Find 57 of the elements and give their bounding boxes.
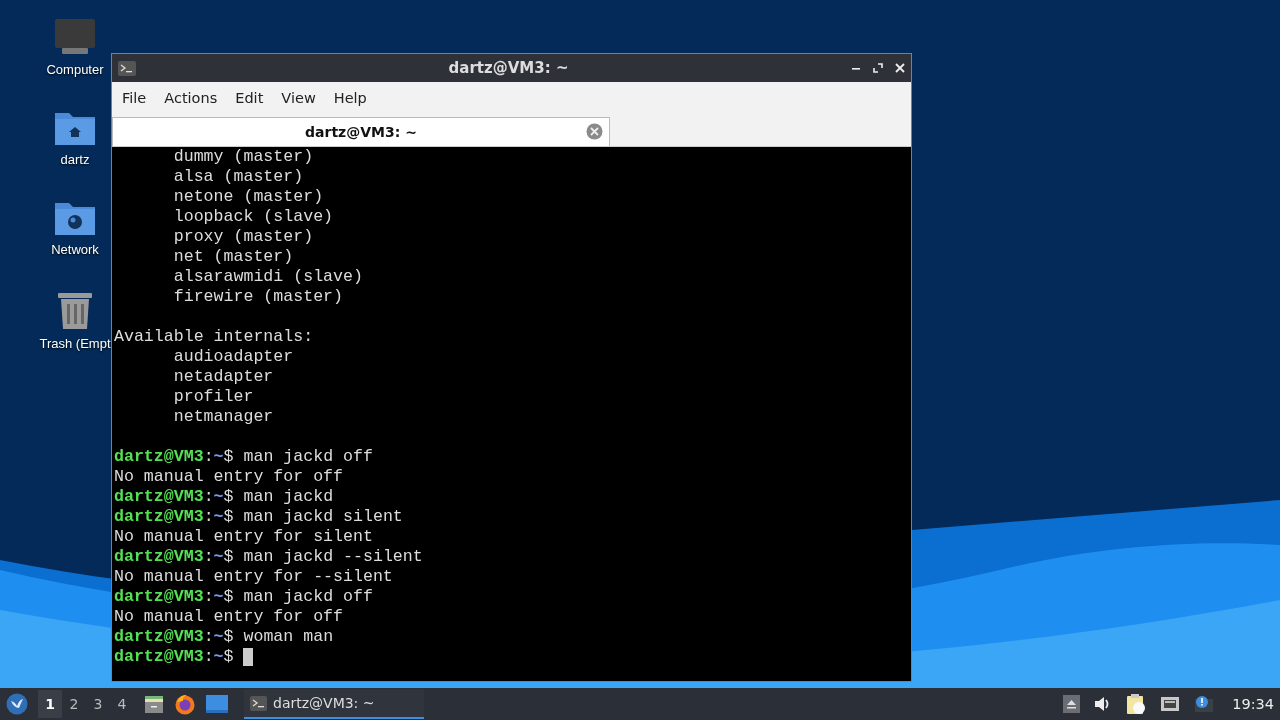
menu-item[interactable]: File — [122, 89, 147, 106]
trash-icon[interactable] — [57, 290, 93, 330]
terminal-output-line: net (master) — [172, 247, 295, 267]
file-cabinet-icon[interactable] — [144, 694, 164, 714]
terminal-output-line: Available internals: — [114, 327, 315, 347]
workspace-button[interactable]: 3 — [86, 690, 110, 718]
terminal-prompt-line: dartz@VM3:~$ man jackd --silent — [114, 547, 423, 567]
terminal-output-line: audioadapter — [172, 347, 295, 367]
menu-item[interactable]: View — [281, 89, 316, 106]
terminal-output-line: loopback (slave) — [172, 207, 335, 227]
ethernet-icon[interactable] — [1160, 696, 1181, 712]
terminal-output-line: netone (master) — [172, 187, 325, 207]
desktop-icon-label[interactable]: Network — [51, 242, 99, 257]
monitor-icon[interactable] — [54, 18, 96, 56]
close-tab-icon[interactable] — [586, 123, 603, 140]
terminal-output-line: netmanager — [172, 407, 275, 427]
terminal-output-line: No manual entry for --silent — [114, 567, 394, 587]
terminal-output-line: netadapter — [172, 367, 275, 387]
desktop-icon-label[interactable]: Computer — [46, 62, 104, 77]
terminal-output-line: proxy (master) — [172, 227, 315, 247]
desktop-icon-label[interactable]: dartz — [60, 152, 90, 167]
terminal-prompt-line: dartz@VM3:~$ man jackd silent — [114, 507, 403, 527]
notification-icon[interactable] — [1194, 695, 1215, 713]
workspace-button[interactable]: 2 — [62, 690, 86, 718]
network-folder-icon[interactable] — [54, 200, 96, 236]
home-folder-icon[interactable] — [54, 110, 96, 146]
eject-icon[interactable] — [1063, 695, 1081, 713]
terminal-tab[interactable]: dartz@VM3: ~ — [112, 117, 610, 146]
menu-item[interactable]: Actions — [164, 89, 218, 106]
workspace-button[interactable]: 1 — [38, 690, 62, 718]
terminal-output-line: No manual entry for off — [114, 607, 345, 627]
menu-item[interactable]: Help — [333, 89, 367, 106]
clock[interactable]: 19:34 — [1232, 696, 1274, 712]
terminal-output-line: No manual entry for off — [114, 467, 345, 487]
close-icon[interactable] — [895, 63, 905, 73]
terminal-output-line: alsarawmidi (slave) — [172, 267, 364, 287]
terminal-icon — [118, 60, 136, 76]
terminal-output-line: dummy (master) — [172, 147, 315, 167]
terminal-prompt-line: dartz@VM3:~$ man jackd off — [114, 587, 373, 607]
terminal-prompt-line: dartz@VM3:~$ man jackd off — [114, 447, 373, 467]
maximize-icon[interactable] — [873, 63, 883, 73]
terminal-prompt-line: dartz@VM3:~$ man jackd — [114, 487, 334, 507]
terminal-prompt-line: dartz@VM3:~$ — [114, 647, 235, 667]
terminal-output-line: firewire (master) — [172, 287, 345, 307]
taskbar-window-button[interactable]: dartz@VM3: ~ — [244, 689, 424, 719]
clipboard-icon[interactable] — [1126, 693, 1147, 715]
workspace-button[interactable]: 4 — [110, 690, 134, 718]
terminal-icon — [250, 695, 267, 711]
terminal-output-line: alsa (master) — [172, 167, 305, 187]
terminal-output-line: No manual entry for silent — [114, 527, 374, 547]
terminal-prompt-line: dartz@VM3:~$ woman man — [114, 627, 334, 647]
start-menu-icon[interactable] — [6, 693, 28, 715]
window-title: dartz@VM3: ~ — [447, 59, 570, 77]
browser-icon[interactable] — [174, 693, 196, 715]
desktop-icon-label[interactable]: Trash (Empt — [39, 336, 111, 351]
terminal-output-line: profiler — [172, 387, 255, 407]
menu-item[interactable]: Edit — [235, 89, 264, 106]
